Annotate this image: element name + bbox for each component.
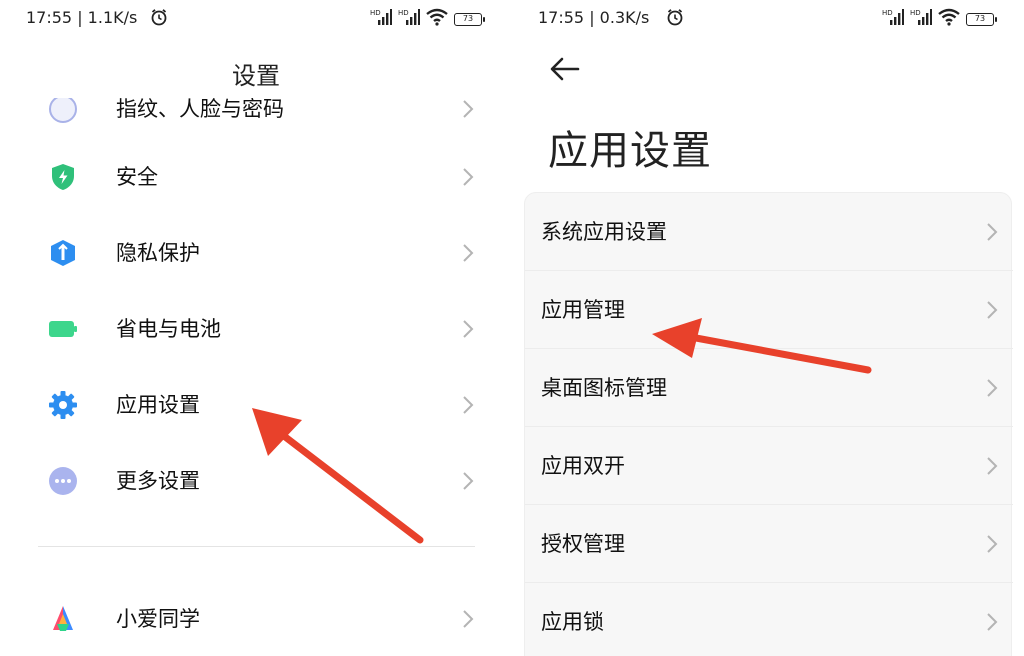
alarm-icon — [150, 8, 168, 30]
security-shield-icon — [48, 162, 78, 192]
battery-status: 73 — [966, 12, 997, 26]
app-settings-item-app-lock[interactable]: 应用锁 — [525, 583, 1013, 656]
chevron-right-icon — [461, 242, 475, 264]
status-time-speed: 17:55 | 1.1K/s — [26, 8, 138, 27]
alarm-icon — [666, 8, 684, 30]
settings-item-privacy[interactable]: 隐私保护 — [0, 214, 512, 290]
settings-item-label: 应用锁 — [541, 610, 604, 634]
wifi-icon — [938, 8, 960, 30]
svg-text:HD: HD — [882, 9, 893, 17]
more-icon — [48, 466, 78, 496]
chevron-right-icon — [461, 608, 475, 630]
back-arrow-icon[interactable] — [548, 54, 582, 84]
settings-item-xiaoai[interactable]: 小爱同学 — [0, 580, 512, 656]
settings-item-label: 应用设置 — [116, 393, 200, 417]
page-title: 设置 — [232, 62, 280, 90]
chevron-right-icon — [985, 533, 999, 555]
status-bar: 17:55 | 0.3K/s HD HD 73 — [538, 8, 997, 32]
battery-icon — [48, 314, 78, 344]
settings-item-label: 系统应用设置 — [541, 220, 667, 244]
svg-text:HD: HD — [398, 9, 409, 17]
settings-item-app-settings[interactable]: 应用设置 — [0, 366, 512, 442]
settings-card: 系统应用设置 应用管理 桌面图标管理 应用双开 授权管理 应用锁 — [524, 192, 1013, 656]
section-divider — [38, 546, 475, 547]
chevron-right-icon — [985, 299, 999, 321]
chevron-right-icon — [461, 470, 475, 492]
chevron-right-icon — [461, 318, 475, 340]
wifi-icon — [426, 8, 448, 30]
battery-status: 73 — [454, 12, 485, 26]
chevron-right-icon — [461, 166, 475, 188]
settings-item-label: 应用双开 — [541, 454, 625, 478]
svg-text:HD: HD — [370, 9, 381, 17]
settings-item-label: 应用管理 — [541, 298, 625, 322]
signal-hd-icon: HD — [910, 8, 932, 30]
settings-item-label: 安全 — [116, 165, 158, 189]
settings-item-battery[interactable]: 省电与电池 — [0, 290, 512, 366]
chevron-right-icon — [985, 377, 999, 399]
app-settings-item-system[interactable]: 系统应用设置 — [525, 193, 1013, 271]
settings-item-label: 授权管理 — [541, 532, 625, 556]
settings-item-more[interactable]: 更多设置 — [0, 442, 512, 518]
status-time-speed: 17:55 | 0.3K/s — [538, 8, 650, 27]
app-settings-screen: 17:55 | 0.3K/s HD HD 73 应用设置 系统应用设置 应用管理… — [512, 0, 1024, 656]
settings-item-security[interactable]: 安全 — [0, 138, 512, 214]
settings-item-label: 小爱同学 — [116, 607, 200, 631]
privacy-icon — [48, 238, 78, 268]
chevron-right-icon — [985, 455, 999, 477]
gear-icon — [48, 390, 78, 420]
settings-item-label: 更多设置 — [116, 469, 200, 493]
fingerprint-icon — [48, 94, 78, 124]
chevron-right-icon — [461, 394, 475, 416]
status-bar: 17:55 | 1.1K/s HD HD 73 — [26, 8, 485, 32]
settings-item-label: 隐私保护 — [116, 241, 200, 265]
chevron-right-icon — [461, 98, 475, 120]
settings-screen: 17:55 | 1.1K/s HD HD 73 设置 指纹、人脸与密码 设置 安… — [0, 0, 512, 656]
chevron-right-icon — [985, 611, 999, 633]
signal-hd-icon: HD — [398, 8, 420, 30]
page-title: 应用设置 — [548, 128, 712, 174]
app-settings-item-permissions[interactable]: 授权管理 — [525, 505, 1013, 583]
signal-hd-icon: HD — [882, 8, 904, 30]
app-settings-item-dual-apps[interactable]: 应用双开 — [525, 427, 1013, 505]
app-settings-item-desktop-icons[interactable]: 桌面图标管理 — [525, 349, 1013, 427]
svg-text:HD: HD — [910, 9, 921, 17]
settings-item-label: 桌面图标管理 — [541, 376, 667, 400]
xiaoai-icon — [48, 604, 78, 634]
signal-hd-icon: HD — [370, 8, 392, 30]
chevron-right-icon — [985, 221, 999, 243]
settings-item-label: 省电与电池 — [116, 317, 221, 341]
app-settings-item-manage[interactable]: 应用管理 — [525, 271, 1013, 349]
settings-item-label: 指纹、人脸与密码 — [116, 97, 284, 121]
